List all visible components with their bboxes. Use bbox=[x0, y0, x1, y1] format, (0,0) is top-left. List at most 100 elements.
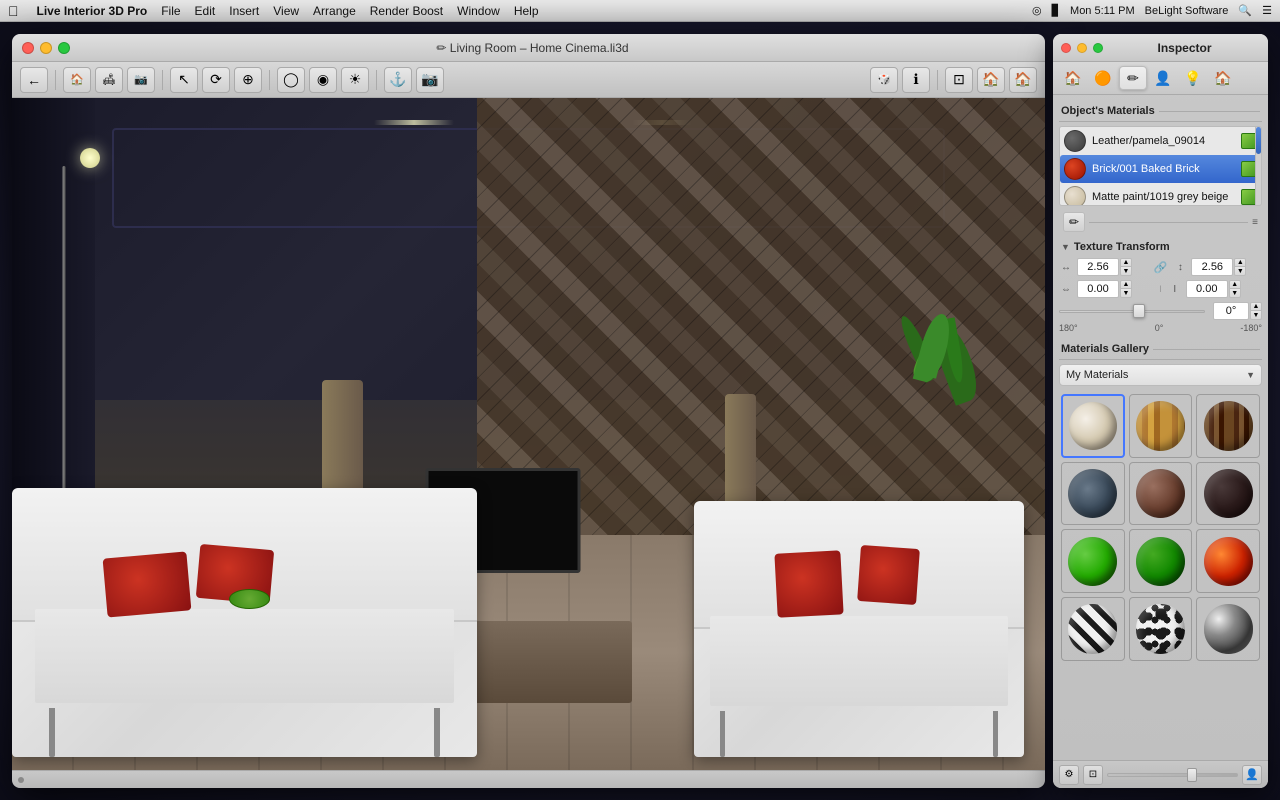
toolbar-sep-1 bbox=[55, 70, 56, 90]
camera-button[interactable]: 📷 bbox=[127, 67, 155, 93]
app-titlebar: ✏ Living Room – Home Cinema.li3d bbox=[12, 34, 1045, 62]
inspector-export-button[interactable]: ⊡ bbox=[1083, 765, 1103, 785]
rotation-slider-container[interactable] bbox=[1059, 303, 1205, 319]
offset-y-stepper[interactable]: ▲ ▼ bbox=[1229, 280, 1241, 298]
app-name-menu[interactable]: Live Interior 3D Pro bbox=[37, 4, 148, 18]
gallery-item-green-dark[interactable] bbox=[1129, 529, 1193, 593]
floor-plan-button[interactable]: ⊡ bbox=[945, 67, 973, 93]
rotation-stepper[interactable]: ▲ ▼ bbox=[1250, 302, 1262, 320]
scale-y-group: ▲ ▼ bbox=[1191, 258, 1262, 276]
rotation-up[interactable]: ▲ bbox=[1250, 302, 1262, 311]
texture-transform-header[interactable]: ▼ Texture Transform bbox=[1059, 238, 1262, 256]
materials-gallery-section: Materials Gallery My Materials ▼ bbox=[1059, 339, 1262, 663]
materials-list[interactable]: Leather/pamela_09014 Brick/001 Baked Bri… bbox=[1059, 126, 1262, 206]
scale-y-down[interactable]: ▼ bbox=[1234, 267, 1246, 276]
gallery-item-green-sphere[interactable] bbox=[1061, 529, 1125, 593]
rotation-thumb[interactable] bbox=[1133, 304, 1145, 318]
inspector-settings-button[interactable]: ⚙ bbox=[1059, 765, 1079, 785]
offset-y-input[interactable] bbox=[1186, 280, 1228, 298]
offset-x-input[interactable] bbox=[1077, 280, 1119, 298]
time-display: Mon 5:11 PM bbox=[1070, 5, 1135, 17]
insert-menu[interactable]: Insert bbox=[229, 4, 259, 18]
gallery-item-cream[interactable] bbox=[1061, 394, 1125, 458]
scale-y-stepper[interactable]: ▲ ▼ bbox=[1234, 258, 1246, 276]
3d-view-button[interactable]: 🛋 bbox=[95, 67, 123, 93]
gallery-item-fire[interactable] bbox=[1196, 529, 1260, 593]
inspector-tabs: 🏠 🟠 ✏ 👤 💡 🏠 bbox=[1053, 62, 1268, 95]
offset-x-up[interactable]: ▲ bbox=[1120, 280, 1132, 289]
offset-y-up[interactable]: ▲ bbox=[1229, 280, 1241, 289]
dropdown-arrow-icon: ▼ bbox=[1246, 370, 1255, 380]
offset-x-down[interactable]: ▼ bbox=[1120, 289, 1132, 298]
rotation-input[interactable] bbox=[1213, 302, 1249, 320]
inspector-content[interactable]: Object's Materials Leather/pamela_09014 … bbox=[1053, 95, 1268, 760]
gallery-item-dark-rough[interactable] bbox=[1196, 462, 1260, 526]
gallery-item-wood-light[interactable] bbox=[1129, 394, 1193, 458]
help-menu[interactable]: Help bbox=[514, 4, 539, 18]
select-tool[interactable]: ↖ bbox=[170, 67, 198, 93]
material-item-brick[interactable]: Brick/001 Baked Brick bbox=[1060, 155, 1261, 183]
gallery-item-spots[interactable] bbox=[1129, 597, 1193, 661]
anchor-button[interactable]: ⚓ bbox=[384, 67, 412, 93]
close-button[interactable] bbox=[22, 42, 34, 54]
arrange-menu[interactable]: Arrange bbox=[313, 4, 356, 18]
screenshot-button[interactable]: 📷 bbox=[416, 67, 444, 93]
tab-room[interactable]: 🏠 bbox=[1209, 66, 1237, 90]
rotation-down[interactable]: ▼ bbox=[1250, 311, 1262, 320]
orbit-tool[interactable]: ⟳ bbox=[202, 67, 230, 93]
tab-light[interactable]: 💡 bbox=[1179, 66, 1207, 90]
gallery-dropdown[interactable]: My Materials ▼ bbox=[1059, 364, 1262, 386]
spot-light-button[interactable]: ◉ bbox=[309, 67, 337, 93]
gallery-item-wood-dark[interactable] bbox=[1196, 394, 1260, 458]
pencil-button[interactable]: ✏ bbox=[1063, 212, 1085, 232]
material-item-matte[interactable]: Matte paint/1019 grey beige bbox=[1060, 183, 1261, 206]
render-boost-menu[interactable]: Render Boost bbox=[370, 4, 443, 18]
inspector-maximize-button[interactable] bbox=[1093, 43, 1103, 53]
gallery-item-zebra[interactable] bbox=[1061, 597, 1125, 661]
scale-y-input[interactable] bbox=[1191, 258, 1233, 276]
inspector-zoom-slider[interactable] bbox=[1107, 773, 1238, 777]
material-item-leather[interactable]: Leather/pamela_09014 bbox=[1060, 127, 1261, 155]
sun-light-button[interactable]: ☀ bbox=[341, 67, 369, 93]
maximize-button[interactable] bbox=[58, 42, 70, 54]
tab-texture[interactable]: 👤 bbox=[1149, 66, 1177, 90]
scale-y-up[interactable]: ▲ bbox=[1234, 258, 1246, 267]
offset-x-stepper[interactable]: ▲ ▼ bbox=[1120, 280, 1132, 298]
gallery-item-chrome[interactable] bbox=[1196, 597, 1260, 661]
2d-view-button[interactable]: 🏠 bbox=[63, 67, 91, 93]
render-button[interactable]: 🎲 bbox=[870, 67, 898, 93]
offset-y-down[interactable]: ▼ bbox=[1229, 289, 1241, 298]
inspector-zoom-thumb[interactable] bbox=[1187, 768, 1197, 782]
search-icon[interactable]: 🔍 bbox=[1238, 4, 1252, 17]
scale-x-up[interactable]: ▲ bbox=[1120, 258, 1132, 267]
gallery-item-stone-blue[interactable] bbox=[1061, 462, 1125, 526]
file-menu[interactable]: File bbox=[161, 4, 180, 18]
inspector-bottom: ⚙ ⊡ 👤 bbox=[1053, 760, 1268, 788]
tab-object[interactable]: 🏠 bbox=[1059, 66, 1087, 90]
inspector-person-icon: 👤 bbox=[1242, 765, 1262, 785]
link-icon[interactable]: 🔗 bbox=[1154, 261, 1168, 274]
view-menu[interactable]: View bbox=[273, 4, 299, 18]
window-menu[interactable]: Window bbox=[457, 4, 500, 18]
sphere-wrapper-wood-light bbox=[1130, 395, 1192, 457]
info-button[interactable]: ℹ bbox=[902, 67, 930, 93]
list-menu-button[interactable]: ≡ bbox=[1252, 217, 1258, 228]
tab-material-edit[interactable]: ✏ bbox=[1119, 66, 1147, 90]
menu-icon[interactable]: ☰ bbox=[1262, 4, 1272, 17]
scale-x-input[interactable] bbox=[1077, 258, 1119, 276]
viewport[interactable] bbox=[12, 98, 1045, 770]
back-button[interactable]: ← bbox=[20, 67, 48, 93]
apple-menu[interactable]:  bbox=[8, 3, 19, 19]
point-light-button[interactable]: ◯ bbox=[277, 67, 305, 93]
minimize-button[interactable] bbox=[40, 42, 52, 54]
building-button[interactable]: 🏠 bbox=[1009, 67, 1037, 93]
room-button[interactable]: 🏠 bbox=[977, 67, 1005, 93]
edit-menu[interactable]: Edit bbox=[195, 4, 216, 18]
walk-tool[interactable]: ⊕ bbox=[234, 67, 262, 93]
tab-material-ball[interactable]: 🟠 bbox=[1089, 66, 1117, 90]
scale-x-down[interactable]: ▼ bbox=[1120, 267, 1132, 276]
inspector-minimize-button[interactable] bbox=[1077, 43, 1087, 53]
inspector-close-button[interactable] bbox=[1061, 43, 1071, 53]
scale-x-stepper[interactable]: ▲ ▼ bbox=[1120, 258, 1132, 276]
gallery-item-brown-bumpy[interactable] bbox=[1129, 462, 1193, 526]
